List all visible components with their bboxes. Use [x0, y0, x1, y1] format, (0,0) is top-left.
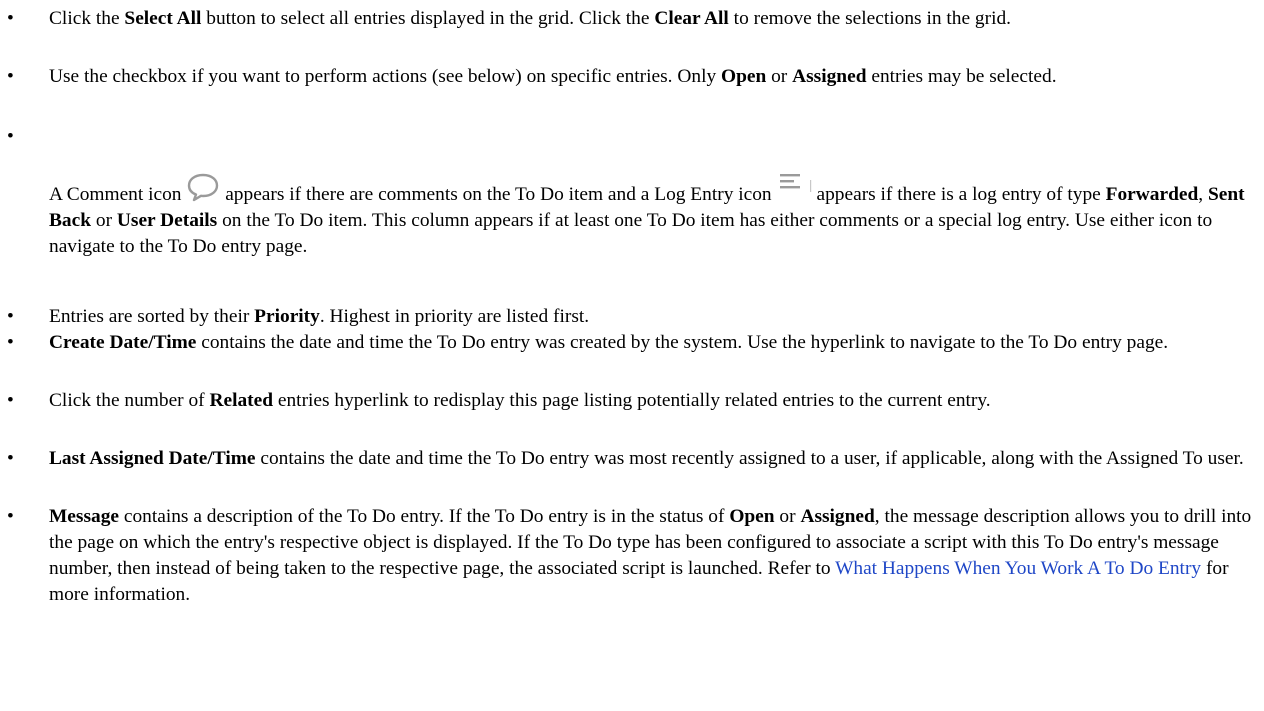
bullet-item: • Use the checkbox if you want to perform… — [0, 64, 1264, 90]
text-run: . Highest in priority are listed first. — [319, 306, 590, 327]
text-run: contains the date and time the To Do ent… — [255, 448, 1244, 469]
bullet-item: A Comment icon appears if there are comm… — [0, 170, 1264, 260]
bold-term: User Details — [116, 210, 218, 231]
log-entry-icon[interactable] — [776, 170, 816, 208]
text-run: entries may be selected. — [866, 66, 1057, 87]
bullet-marker: • — [7, 332, 14, 353]
text-run: Click the — [49, 8, 125, 29]
bullet-marker: • — [7, 66, 14, 87]
bullet-item: • Click the Select All button to select a… — [0, 6, 1264, 32]
text-run: or — [774, 506, 801, 527]
text-run: or — [766, 66, 793, 87]
bullet-text: A Comment icon appears if there are comm… — [49, 170, 1256, 260]
bullet-text: Create Date/Time contains the date and t… — [49, 332, 1168, 353]
bold-term: Clear All — [654, 8, 729, 29]
text-run: or — [91, 210, 117, 231]
text-run: appears if there are comments on the To … — [220, 184, 777, 205]
bold-term: Assigned — [792, 66, 867, 87]
text-run: on the To Do item. This column appears i… — [49, 210, 1213, 257]
bullet-marker: • — [7, 390, 14, 411]
bold-term: Open — [729, 506, 775, 527]
bold-term: Message — [49, 506, 119, 527]
bullet-marker: • — [7, 126, 14, 147]
bullet-marker: • — [7, 8, 14, 29]
text-run: entries hyperlink to redisplay this page… — [273, 390, 991, 411]
bullet-text: Entries are sorted by their Priority. Hi… — [49, 306, 589, 327]
text-run: appears if there is a log entry of type — [816, 184, 1106, 205]
bullet-text: Click the Select All button to select al… — [49, 8, 1011, 29]
text-run: contains the date and time the To Do ent… — [196, 332, 1169, 353]
bullet-text: Use the checkbox if you want to perform … — [49, 66, 1057, 87]
bullet-item: • Entries are sorted by their Priority. H… — [0, 304, 1264, 330]
text-run: Click the number of — [49, 390, 210, 411]
bold-term: Last Assigned Date/Time — [49, 448, 256, 469]
bold-term: Priority — [254, 306, 320, 327]
comment-icon[interactable] — [186, 172, 220, 208]
bold-term: Forwarded — [1105, 184, 1199, 205]
text-run: , — [1198, 184, 1208, 205]
text-run: Entries are sorted by their — [49, 306, 255, 327]
bullet-item: • Last Assigned Date/Time contains the da… — [0, 446, 1264, 472]
text-run: contains a description of the To Do entr… — [119, 506, 730, 527]
bullet-item: • Create Date/Time contains the date and … — [0, 330, 1264, 356]
bold-term: Assigned — [800, 506, 875, 527]
bullet-marker: • — [7, 306, 14, 327]
bold-term: Create Date/Time — [49, 332, 197, 353]
bullet-text: Click the number of Related entries hype… — [49, 390, 991, 411]
bold-term: Open — [721, 66, 767, 87]
bullet-marker: • — [7, 506, 14, 527]
bullet-item: • Message contains a description of the T… — [0, 504, 1264, 608]
bullet-text: Last Assigned Date/Time contains the dat… — [49, 448, 1244, 469]
text-run: to remove the selections in the grid. — [728, 8, 1011, 29]
bold-term: Related — [209, 390, 274, 411]
text-run: button to select all entries displayed i… — [201, 8, 655, 29]
what-happens-link[interactable]: What Happens When You Work A To Do Entry — [835, 558, 1201, 579]
text-run: Use the checkbox if you want to perform … — [49, 66, 721, 87]
bullet-marker: • — [7, 448, 14, 469]
bullet-text: Message contains a description of the To… — [49, 506, 1251, 605]
bullet-item: • Click the number of Related entries hyp… — [0, 388, 1264, 414]
text-run: A Comment icon — [49, 184, 187, 205]
bold-term: Select All — [124, 8, 202, 29]
